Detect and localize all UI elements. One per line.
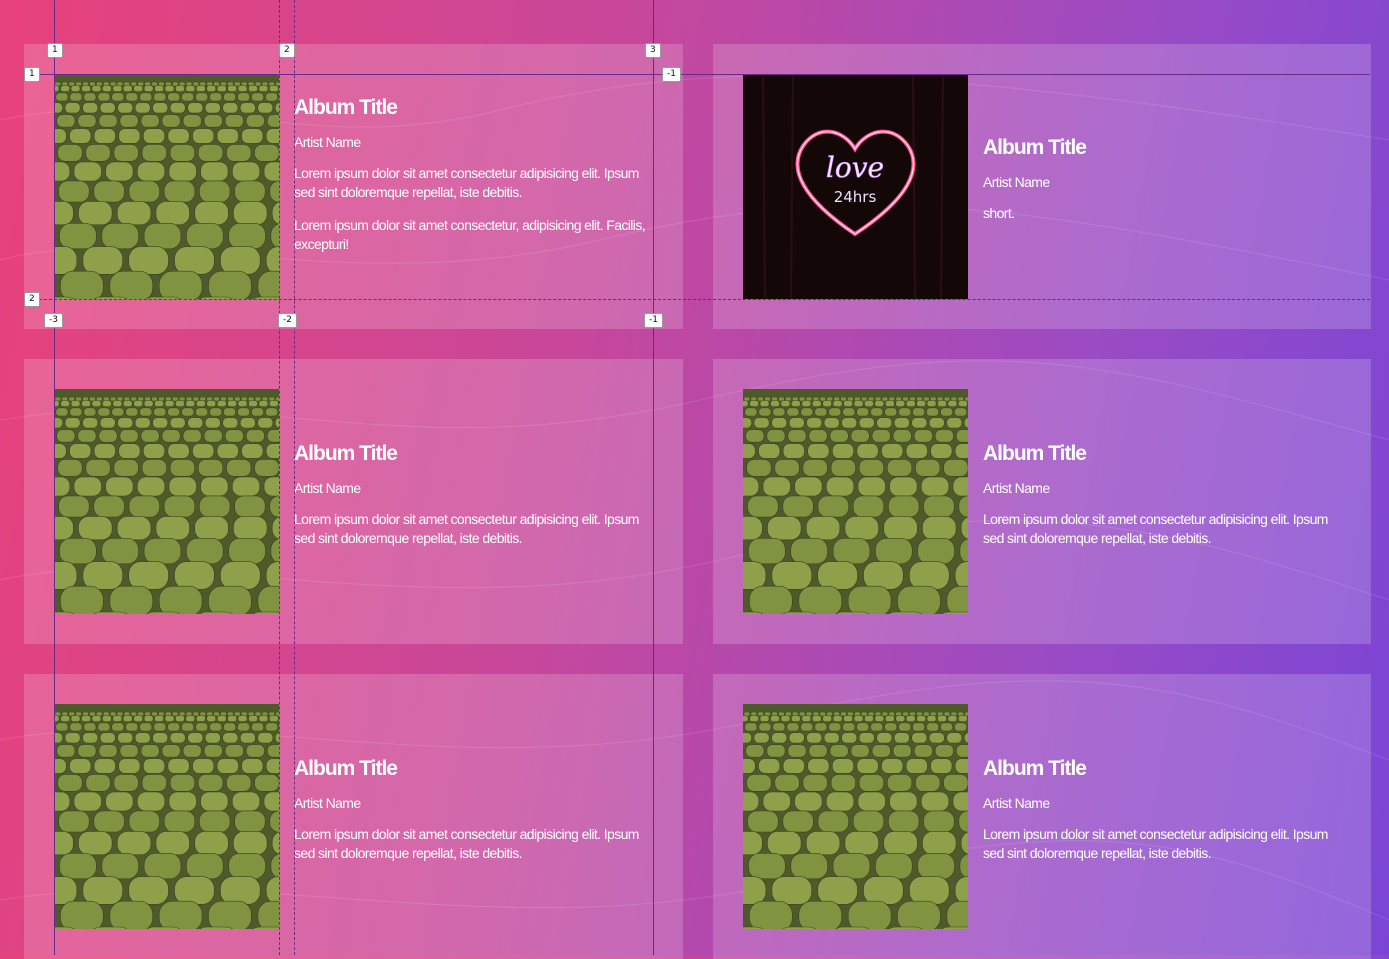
album-title: Album Title [294, 96, 398, 119]
album-card[interactable]: Album Title Artist Name Lorem ipsum dolo… [24, 44, 683, 329]
album-cover-stadium-seats [743, 704, 968, 929]
album-card[interactable]: Album Title Artist Name Lorem ipsum dolo… [713, 359, 1371, 644]
artist-name: Artist Name [983, 174, 1050, 190]
album-card[interactable]: Album Title Artist Name Lorem ipsum dolo… [713, 674, 1371, 959]
album-cover-stadium-seats [54, 704, 279, 929]
album-title: Album Title [983, 136, 1087, 159]
album-description: short. [983, 205, 1015, 221]
album-info: Album Title Artist Name Lorem ipsum dolo… [294, 442, 653, 562]
album-description: Lorem ipsum dolor sit amet consectetur a… [983, 510, 1328, 546]
artist-name: Artist Name [983, 479, 1050, 496]
artist-name: Artist Name [294, 479, 361, 496]
album-title: Album Title [983, 756, 1087, 780]
artist-name: Artist Name [294, 794, 361, 811]
album-card[interactable]: Album Title Artist Name Lorem ipsum dolo… [24, 674, 683, 959]
album-info: Album Title Artist Name Lorem ipsum dolo… [294, 757, 653, 877]
album-cover-stadium-seats [54, 74, 279, 299]
album-cover-stadium-seats [743, 389, 968, 614]
album-info: Album Title Artist Name Lorem ipsum dolo… [983, 757, 1341, 877]
album-cover-stadium-seats [54, 389, 279, 614]
album-title: Album Title [294, 441, 398, 465]
neon-line-1: love [826, 151, 884, 184]
album-description-2: Lorem ipsum dolor sit amet consectetur, … [294, 217, 646, 252]
album-title: Album Title [294, 756, 398, 780]
album-card[interactable]: love 24hrs Album Title Artist Name short… [713, 44, 1371, 329]
album-info: Album Title Artist Name Lorem ipsum dolo… [983, 442, 1341, 562]
neon-line-2: 24hrs [834, 188, 877, 206]
album-description: Lorem ipsum dolor sit amet consectetur a… [294, 825, 639, 861]
artist-name: Artist Name [983, 794, 1050, 811]
album-grid: Album Title Artist Name Lorem ipsum dolo… [24, 44, 1371, 959]
album-description: Lorem ipsum dolor sit amet consectetur a… [294, 165, 639, 200]
album-card[interactable]: Album Title Artist Name Lorem ipsum dolo… [24, 359, 683, 644]
album-description: Lorem ipsum dolor sit amet consectetur a… [983, 825, 1328, 861]
album-cover-neon-love-sign: love 24hrs [743, 74, 968, 299]
album-info: Album Title Artist Name Lorem ipsum dolo… [294, 96, 653, 268]
artist-name: Artist Name [294, 134, 361, 150]
album-title: Album Title [983, 441, 1087, 465]
album-description: Lorem ipsum dolor sit amet consectetur a… [294, 510, 639, 546]
album-info: Album Title Artist Name short. [983, 136, 1341, 237]
